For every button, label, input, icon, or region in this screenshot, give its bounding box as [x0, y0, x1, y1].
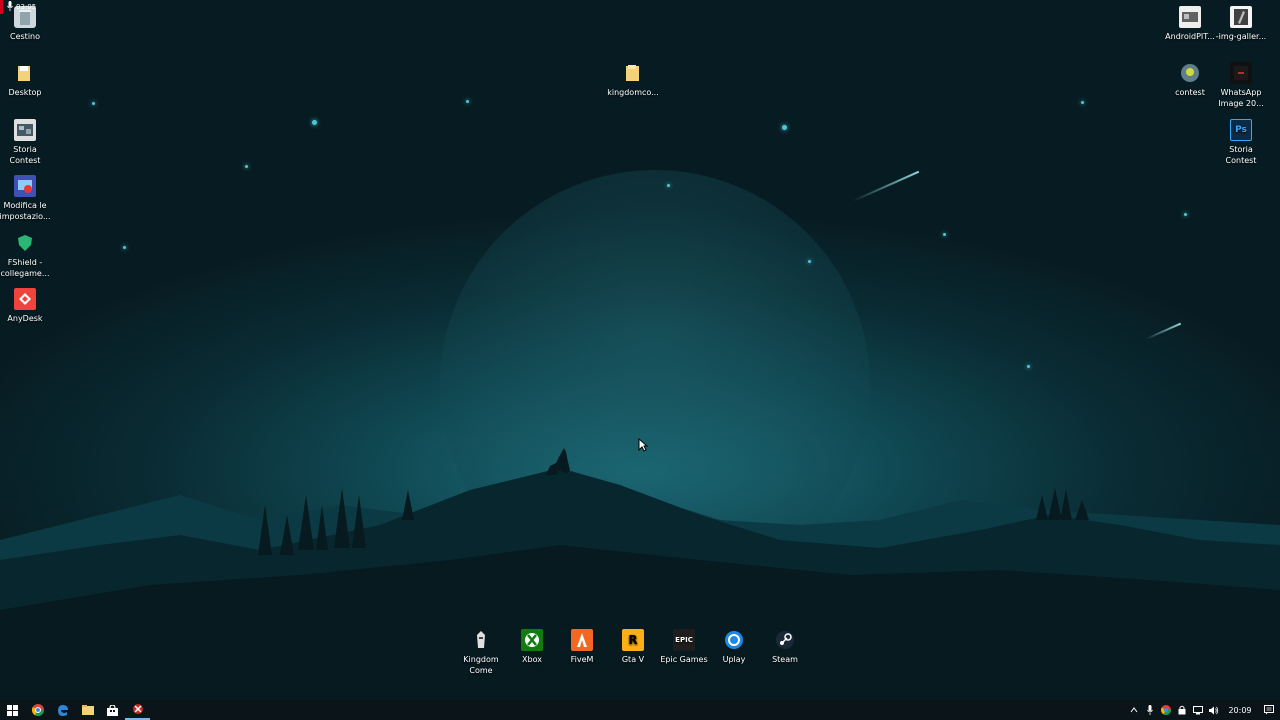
desktop-icon-storia-contest-right[interactable]: Ps Storia Contest — [1213, 119, 1269, 166]
desktop-icon-label: Storia Contest — [1225, 145, 1257, 165]
taskbar-clock[interactable]: 20:09 — [1222, 706, 1258, 715]
desktop-icon-label: kingdomco... — [607, 88, 659, 97]
taskbar: 20:09 — [0, 700, 1280, 720]
desktop-icon-xbox[interactable]: Xbox — [504, 629, 560, 665]
lock-icon[interactable] — [1174, 700, 1190, 720]
steam-icon — [774, 629, 796, 651]
taskbar-chrome[interactable] — [25, 700, 50, 720]
desktop-icon-gta-v[interactable]: R Gta V — [605, 629, 661, 665]
store-icon — [107, 704, 118, 716]
anydesk-icon — [14, 288, 36, 310]
recording-time: 03:05 — [16, 3, 37, 11]
rockstar-icon: R — [622, 629, 644, 651]
folder-icon — [622, 62, 644, 84]
desktop-icon-img-gallery[interactable]: -img-galler... — [1213, 6, 1269, 42]
desktop-icon-label: FShield - collegame... — [0, 258, 50, 278]
xbox-icon — [521, 629, 543, 651]
file-explorer-icon — [81, 705, 94, 715]
uplay-icon — [723, 629, 745, 651]
desktop-icon-label: Uplay — [722, 655, 746, 664]
windows-start-icon — [7, 704, 18, 716]
taskbar-recording-app[interactable] — [125, 700, 150, 720]
image-file-icon — [1230, 6, 1252, 28]
network-icon[interactable] — [1190, 700, 1206, 720]
start-button[interactable] — [0, 700, 25, 720]
desktop-icon-label: contest — [1175, 88, 1205, 97]
desktop-icon-anydesk[interactable]: AnyDesk — [0, 288, 53, 324]
desktop-icon-epic-games[interactable]: EPIC Epic Games — [656, 629, 712, 665]
edge-icon — [57, 705, 68, 716]
desktop-icon-label: Kingdom Come — [463, 655, 499, 675]
desktop-icon-label: AndroidPIT... — [1165, 32, 1215, 41]
desktop-icon-label: -img-galler... — [1215, 32, 1267, 41]
desktop-icon-steam[interactable]: Steam — [757, 629, 813, 665]
image-file-icon — [14, 119, 36, 141]
desktop-icon-fivem[interactable]: FiveM — [554, 629, 610, 665]
microphone-icon — [7, 1, 13, 13]
chrome-icon — [31, 704, 44, 716]
microphone-icon[interactable] — [1142, 700, 1158, 720]
desktop-icon-label: Steam — [772, 655, 798, 664]
taskbar-store[interactable] — [100, 700, 125, 720]
system-tray: 20:09 — [1126, 700, 1280, 720]
round-image-icon — [1179, 62, 1201, 84]
shield-icon — [14, 232, 36, 254]
photoshop-file-icon: Ps — [1230, 119, 1252, 141]
desktop-icon-modifica[interactable]: Modifica le impostazio... — [0, 175, 53, 222]
desktop-icon-storia-contest-left[interactable]: Storia Contest — [0, 119, 53, 166]
kingdom-come-icon — [470, 629, 492, 651]
desktop-icon-label: Gta V — [621, 655, 645, 664]
chrome-tray-icon[interactable] — [1158, 700, 1174, 720]
desktop-icon-label: Modifica le impostazio... — [0, 201, 51, 221]
taskbar-edge[interactable] — [50, 700, 75, 720]
desktop-icon-contest[interactable]: contest — [1162, 62, 1218, 98]
image-file-icon — [1179, 6, 1201, 28]
desktop-icon-kingdomco[interactable]: kingdomco... — [605, 62, 661, 98]
desktop-icon-label: Epic Games — [660, 655, 708, 664]
taskbar-file-explorer[interactable] — [75, 700, 100, 720]
volume-icon[interactable] — [1206, 700, 1222, 720]
settings-shortcut-icon — [14, 175, 36, 197]
mouse-cursor — [638, 437, 649, 456]
desktop-icon-desktop[interactable]: Desktop — [0, 62, 53, 98]
desktop-icon-label: Xbox — [522, 655, 542, 664]
desktop-icon-uplay[interactable]: Uplay — [706, 629, 762, 665]
desktop-icon-androidpit[interactable]: AndroidPIT... — [1162, 6, 1218, 42]
desktop-background[interactable]: Cestino Desktop Storia Contest Modifica … — [0, 0, 1280, 700]
fivem-icon — [571, 629, 593, 651]
mountain-silhouette — [0, 448, 1280, 700]
desktop-icon-label: Cestino — [10, 32, 40, 41]
recording-bar — [0, 0, 3, 14]
desktop-icon-kingdom-come[interactable]: Kingdom Come — [453, 629, 509, 676]
desktop-icon-label: AnyDesk — [7, 314, 43, 323]
desktop-icon-label: Storia Contest — [9, 145, 41, 165]
chevron-up-icon[interactable] — [1126, 700, 1142, 720]
notification-icon[interactable] — [1258, 700, 1280, 720]
desktop-icon-label: Desktop — [8, 88, 42, 97]
recording-indicator: 03:05 — [0, 0, 36, 14]
folder-icon — [14, 62, 36, 84]
desktop-icon-fshield[interactable]: FShield - collegame... — [0, 232, 53, 279]
desktop-icon-label: FiveM — [570, 655, 594, 664]
image-file-icon — [1230, 62, 1252, 84]
epic-games-icon: EPIC — [673, 629, 695, 651]
desktop-icon-label: WhatsApp Image 20... — [1218, 88, 1264, 108]
recording-app-icon — [132, 704, 143, 714]
desktop-icon-whatsapp-image[interactable]: WhatsApp Image 20... — [1213, 62, 1269, 109]
